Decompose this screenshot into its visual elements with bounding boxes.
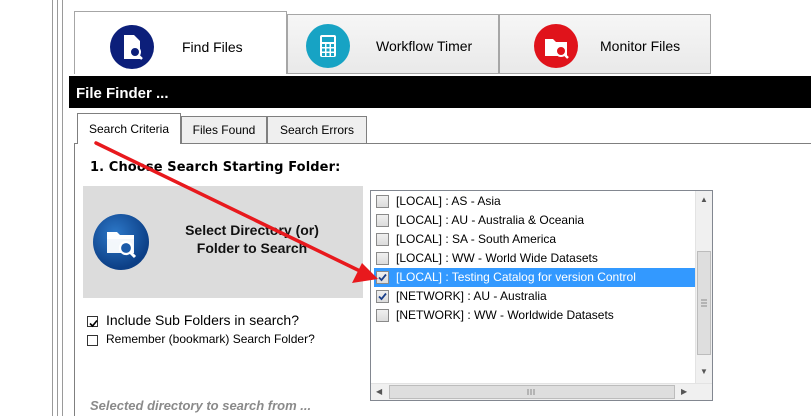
annotation-arrow-icon xyxy=(94,141,378,283)
